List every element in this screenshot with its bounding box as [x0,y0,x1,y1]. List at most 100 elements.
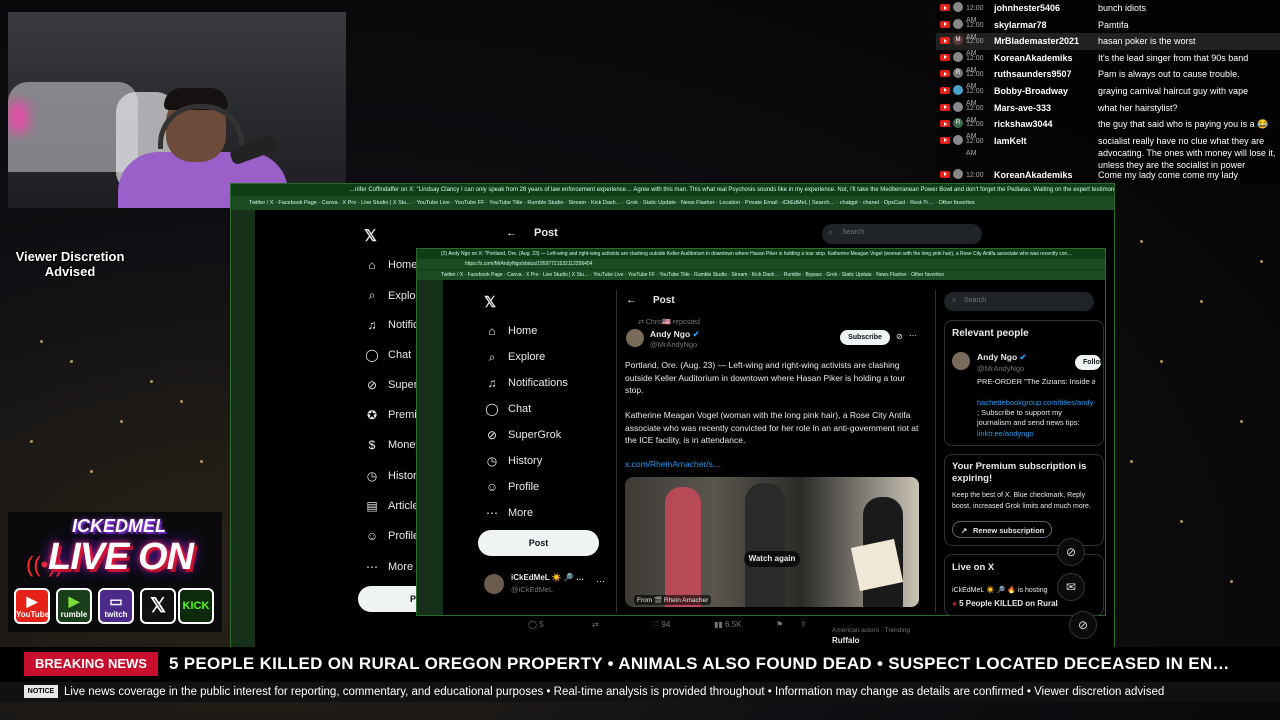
chat-username: ruthsaunders9507 [994,69,1072,80]
nav-profile[interactable]: ☺ Profile [484,479,539,495]
window-title: …nifer Coffindaffer on X: "Lindsay Clanc… [231,184,1114,196]
nav-more[interactable]: ⋯ More [364,560,413,574]
watch-again-button[interactable]: Watch again [744,551,800,567]
nav-home[interactable]: ⌂ Home [364,258,417,272]
youtube-icon [940,170,950,178]
nav-supergrok[interactable]: ⊘ SuperGrok [484,427,561,443]
share-icon[interactable]: ⇪ [800,620,807,629]
subscribe-button[interactable]: Subscribe [840,330,890,345]
chat-text: hasan poker is the worst [1098,36,1196,47]
post-link[interactable]: x.com/RheinAmacher/s… [625,458,921,471]
reply-count[interactable]: ◯ 5 [528,620,544,629]
relevant-name[interactable]: Andy Ngo ✔ [977,352,1027,363]
chat-text: socialist really have no clue what they … [1098,135,1276,170]
reply-icon: ◯ [528,620,540,629]
rumble-icon: ▶ rumble [56,588,92,624]
grok-icon[interactable]: ⊘ [1057,538,1085,566]
chat-message: 12:00 AM johnhester5406 bunch idiots [936,0,1280,24]
renew-subscription-button[interactable]: ↗ Renew subscription [952,521,1052,538]
nav-profile[interactable]: ☺ Profile [364,529,419,543]
live-host[interactable]: iCkEdMeL ☀️ 🔎 🔥 is hosting [952,586,1048,594]
avatar[interactable] [626,329,644,347]
account-name: iCkEdMeL ☀️ 🔎 … [511,573,585,582]
chat-message: M 12:00 AM MrBlademaster2021 hasan poker… [936,33,1280,57]
bookmarks-bar[interactable]: Twitter / X · Facebook Page · Canva · X … [417,269,1105,280]
bio-link[interactable]: hachettebookgroup.com/titles/andy-ng… [977,398,1095,408]
chat-message: 12:00 AM skylarmar78 Pamtifa [936,17,1280,41]
avatar [953,51,963,62]
nav-more[interactable]: ⋯ More [484,505,533,521]
home-icon: ⌂ [368,258,376,272]
address-bar[interactable]: https://x.com/MrAndyNgo/status/195977215… [417,259,1105,269]
chat-message: 12:00 AM Bobby-Broadway graying carnival… [936,83,1280,107]
grok-icon[interactable]: ⊘ [896,332,903,341]
media-source[interactable]: From 🎬 Rhein Amacher [634,595,712,605]
bio-link[interactable]: linktr.ee/andyngo [977,429,1034,438]
browser-sidebar [417,280,443,615]
views-icon: ▮▮ [714,620,726,629]
nav-notifications[interactable]: ♫Notifications [484,375,568,391]
chat-username: Mars-ave-333 [994,102,1052,113]
search-icon: ⌕ [488,349,496,364]
youtube-icon [940,120,950,128]
search-input[interactable]: Search [944,292,1094,311]
x-icon: 𝕏 [140,588,176,624]
avatar: R [953,118,963,129]
history-icon: ◷ [366,469,378,483]
author-name[interactable]: Andy Ngo ✔ [650,329,700,340]
nav-home[interactable]: ⌂ Home [484,323,537,339]
more-icon[interactable]: ⋯ [909,331,917,340]
search-input[interactable]: Search [822,224,982,244]
message-icon[interactable]: ✉ [1057,573,1085,601]
nav-chat[interactable]: ◯ Chat [484,401,531,417]
nav-history[interactable]: ◷ History [364,469,422,483]
viewer-discretion-label: Viewer Discretion Advised [12,249,128,279]
x-logo-icon[interactable]: 𝕏 [364,226,377,246]
back-arrow-icon[interactable]: ← [626,294,637,306]
nav-money[interactable]: $ Money [364,438,421,452]
grok-icon[interactable]: ⊘ [1069,611,1097,639]
chat-username: IamKelt [994,135,1027,146]
chat-username: skylarmar78 [994,19,1047,30]
chat-message: 12:00 AM KoreanAkademiks It's the lead s… [936,50,1280,74]
webcam-feed [8,12,346,208]
post-button[interactable]: Post [478,530,599,556]
repost-icon[interactable]: ⇄ [592,620,599,629]
x-logo-icon[interactable]: 𝕏 [484,293,496,311]
account-menu-icon[interactable]: ⋯ [596,576,605,587]
avatar [953,134,963,145]
avatar[interactable] [952,352,970,370]
trend-name[interactable]: Ruffalo [832,636,860,645]
back-arrow-icon[interactable]: ← [506,227,517,239]
chat-text: what her hairstylist? [1098,102,1178,113]
article-icon: ▤ [366,499,378,513]
ticker-text: 5 PEOPLE KILLED ON RURAL OREGON PROPERTY… [169,654,1230,673]
chat-text: Come my lady come come my lady [1098,169,1239,180]
like-count[interactable]: ♡ 94 [652,620,670,629]
youtube-icon [940,53,950,61]
post-video[interactable] [625,477,919,607]
nav-history[interactable]: ◷ History [484,453,542,469]
live-chat: 12:00 AM johnhester5406 bunch idiots 12:… [936,0,1280,191]
bookmark-icon[interactable]: ⚑ [776,620,783,629]
view-count[interactable]: ▮▮ 6.5K [714,620,742,629]
avatar[interactable] [484,574,504,594]
nav-chat[interactable]: ◯ Chat [364,348,411,362]
profile-icon: ☺ [365,529,379,543]
trend-category: American actors · Trending [832,627,911,634]
arrow-icon: ↗ [961,526,968,535]
search-icon: ⌕ [952,295,957,304]
live-title[interactable]: ● 5 People KILLED on Rural [952,599,1058,608]
search-icon: ⌕ [828,228,833,237]
bookmarks-bar[interactable]: Twitter / X · Facebook Page · Canva · X … [231,196,1114,210]
nav-explore[interactable]: ⌕ Explore [484,349,546,365]
grok-icon: ⊘ [486,428,498,442]
follow-button[interactable]: Follow [1075,355,1101,370]
chat-message: 12:00 AM KoreanAkademiks Come my lady co… [936,167,1280,191]
author-handle: @MrAndyNgo [650,340,698,349]
chat-icon: ◯ [365,348,379,362]
chat-username: KoreanAkademiks [994,169,1073,180]
premium-icon: ✪ [366,408,378,422]
logo-live: LIVE ON [48,536,194,578]
chat-username: MrBlademaster2021 [994,36,1080,47]
